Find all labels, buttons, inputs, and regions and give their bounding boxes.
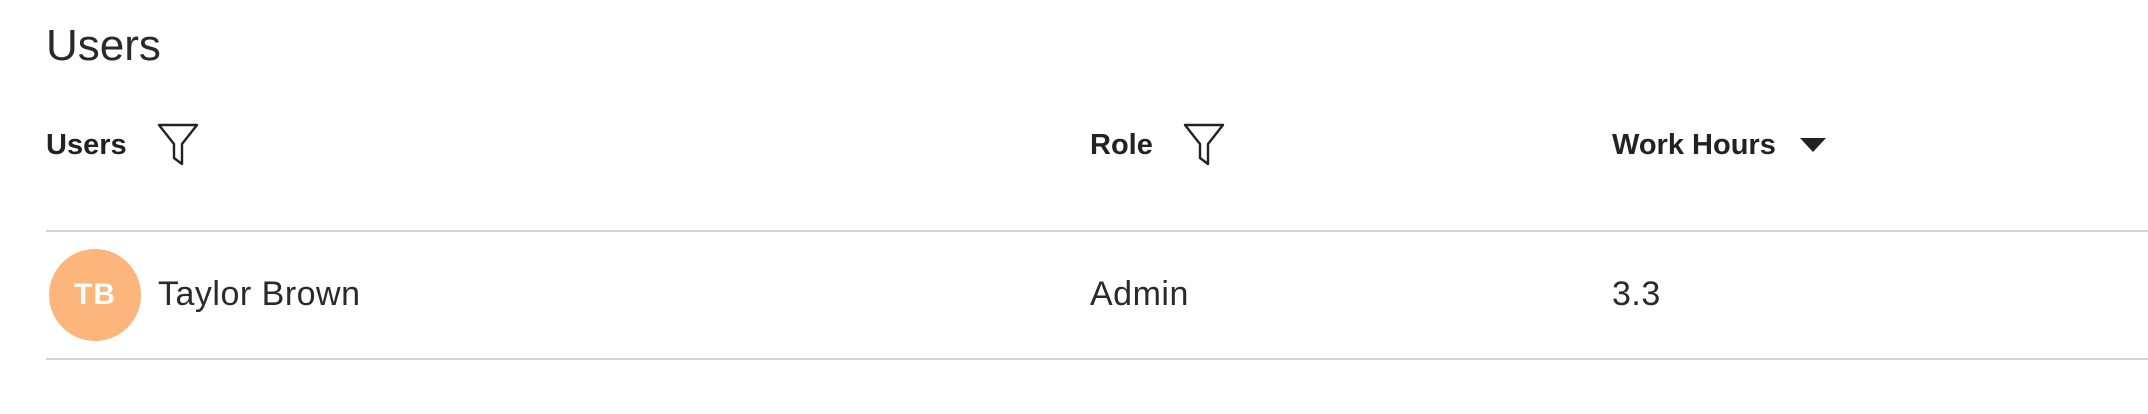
filter-icon <box>157 123 198 166</box>
users-panel: Users Users Role Work Hours TB Taylor Br <box>0 0 2148 414</box>
page-title: Users <box>46 21 161 70</box>
column-header-work-hours: Work Hours <box>1612 118 1830 172</box>
column-header-work-hours-label: Work Hours <box>1612 129 1776 161</box>
users-filter-button[interactable] <box>153 118 203 172</box>
sort-descending-icon <box>1799 138 1826 152</box>
column-header-role: Role <box>1090 118 1229 172</box>
avatar-initials: TB <box>74 278 116 311</box>
role-cell: Admin <box>1090 275 1189 313</box>
column-header-users-label: Users <box>46 129 127 161</box>
row-divider <box>46 358 2148 360</box>
role-filter-button[interactable] <box>1179 118 1229 172</box>
avatar: TB <box>49 249 141 341</box>
column-header-role-label: Role <box>1090 129 1153 161</box>
column-header-users: Users <box>46 118 203 172</box>
user-name-cell: Taylor Brown <box>158 275 361 313</box>
table-row[interactable]: TB Taylor Brown Admin 3.3 <box>0 232 2148 358</box>
work-hours-sort-button[interactable] <box>1796 125 1830 165</box>
work-hours-cell: 3.3 <box>1612 275 1661 313</box>
filter-icon <box>1183 123 1225 166</box>
